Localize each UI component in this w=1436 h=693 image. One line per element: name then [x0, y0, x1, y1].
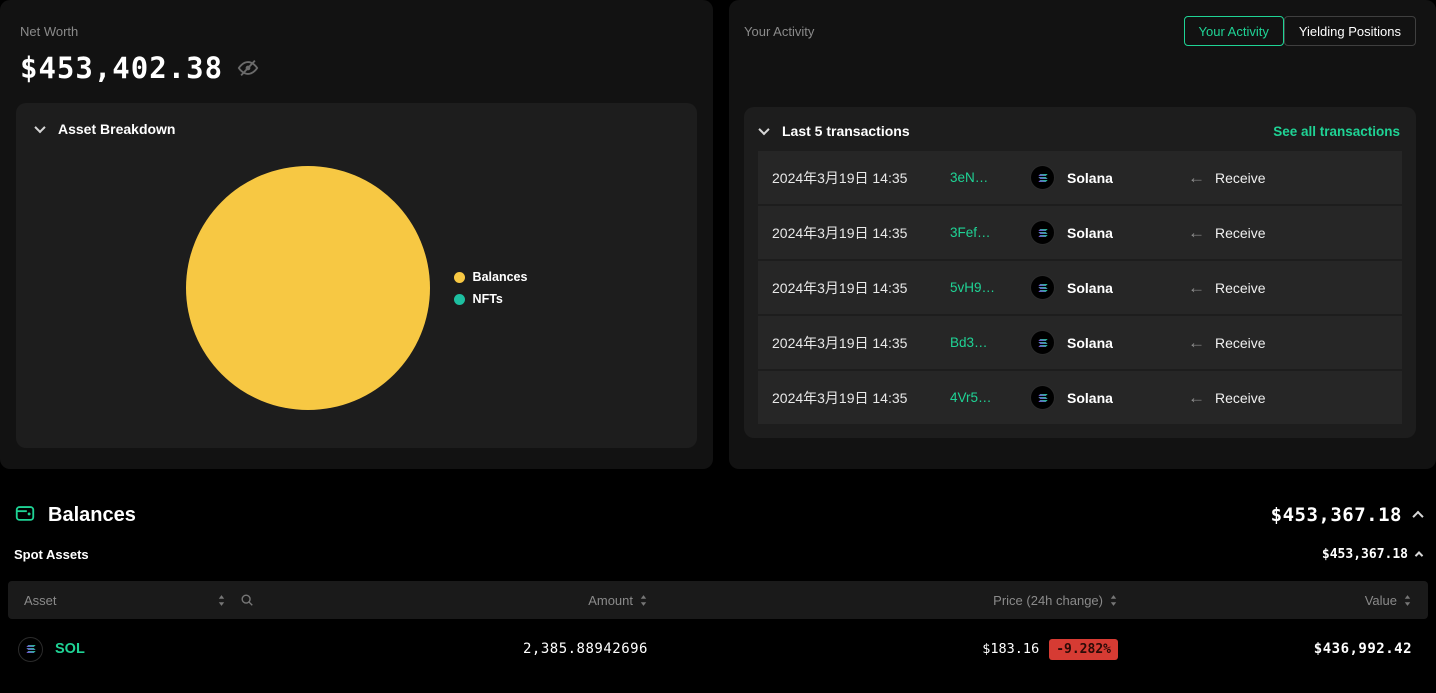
- legend-label: NFTs: [473, 292, 503, 306]
- transaction-row[interactable]: 2024年3月19日 14:35 4Vr5… Solana: [758, 371, 1402, 424]
- net-worth-block: Net Worth $453,402.38: [16, 16, 697, 85]
- asset-breakdown-title: Asset Breakdown: [58, 121, 175, 137]
- top-section: Net Worth $453,402.38 Asset Breakd: [0, 0, 1436, 477]
- balances-section: Balances $453,367.18 Spot Assets $453,36…: [0, 477, 1436, 693]
- receive-arrow-icon: ←: [1188, 334, 1205, 351]
- tx-type-label: Receive: [1215, 170, 1266, 186]
- table-row[interactable]: SOL 2,385.88942696 $183.16 -9.282% $436,…: [8, 621, 1428, 677]
- balances-total: $453,367.18: [1271, 504, 1402, 526]
- price-column-header[interactable]: Price (24h change): [993, 593, 1103, 608]
- asset-value: $436,992.42: [1314, 641, 1428, 657]
- solana-icon: [18, 637, 43, 662]
- tx-hash-link[interactable]: 4Vr5…: [950, 390, 1030, 405]
- value-column-header[interactable]: Value: [1365, 593, 1397, 608]
- transaction-row[interactable]: 2024年3月19日 14:35 3eN… Solana: [758, 151, 1402, 204]
- tab-yielding-positions[interactable]: Yielding Positions: [1284, 16, 1416, 46]
- tx-chain-name: Solana: [1067, 280, 1113, 296]
- activity-panel-label: Your Activity: [744, 24, 814, 39]
- portfolio-dashboard: Net Worth $453,402.38 Asset Breakd: [0, 0, 1436, 693]
- chevron-down-icon[interactable]: [758, 124, 769, 135]
- tab-your-activity[interactable]: Your Activity: [1184, 16, 1284, 46]
- asset-breakdown-chart: Balances NFTs: [16, 149, 697, 427]
- asset-breakdown-card: Asset Breakdown Balances NFTs: [16, 103, 697, 448]
- net-worth-panel: Net Worth $453,402.38 Asset Breakd: [0, 0, 713, 469]
- balances-collapse-toggle[interactable]: $453,367.18: [1271, 504, 1422, 526]
- legend-label: Balances: [473, 270, 528, 284]
- tx-date: 2024年3月19日 14:35: [772, 168, 950, 188]
- tx-type-label: Receive: [1215, 335, 1266, 351]
- solana-icon: [1030, 330, 1055, 355]
- tx-date: 2024年3月19日 14:35: [772, 223, 950, 243]
- tx-hash-link[interactable]: 3eN…: [950, 170, 1030, 185]
- balances-title: Balances: [48, 504, 136, 527]
- solana-icon: [1030, 385, 1055, 410]
- sort-icon[interactable]: [1109, 594, 1118, 607]
- solana-icon: [1030, 220, 1055, 245]
- pie-legend: Balances NFTs: [454, 270, 528, 306]
- tx-date: 2024年3月19日 14:35: [772, 278, 950, 298]
- asset-symbol[interactable]: SOL: [55, 641, 85, 657]
- tx-date: 2024年3月19日 14:35: [772, 333, 950, 353]
- receive-arrow-icon: ←: [1188, 389, 1205, 406]
- chevron-down-icon[interactable]: [34, 122, 45, 133]
- receive-arrow-icon: ←: [1188, 224, 1205, 241]
- tx-chain-name: Solana: [1067, 225, 1113, 241]
- transaction-list: 2024年3月19日 14:35 3eN… Solana: [744, 151, 1416, 424]
- transaction-row[interactable]: 2024年3月19日 14:35 5vH9… Solana: [758, 261, 1402, 314]
- price-change-badge: -9.282%: [1049, 639, 1118, 660]
- activity-tabs: Your Activity Yielding Positions: [1184, 16, 1416, 46]
- tx-chain-name: Solana: [1067, 170, 1113, 186]
- tx-hash-link[interactable]: 3Fef…: [950, 225, 1030, 240]
- tx-type-label: Receive: [1215, 225, 1266, 241]
- solana-icon: [1030, 275, 1055, 300]
- spot-assets-label: Spot Assets: [14, 547, 89, 562]
- asset-price: $183.16: [982, 641, 1039, 657]
- pie-chart: [186, 166, 430, 410]
- net-worth-label: Net Worth: [20, 24, 693, 39]
- asset-column-header[interactable]: Asset: [24, 593, 57, 608]
- legend-item-balances[interactable]: Balances: [454, 270, 528, 284]
- tx-date: 2024年3月19日 14:35: [772, 388, 950, 408]
- amount-column-header[interactable]: Amount: [588, 593, 633, 608]
- transaction-row[interactable]: 2024年3月19日 14:35 3Fef… Solana: [758, 206, 1402, 259]
- asset-amount: 2,385.88942696: [523, 641, 648, 657]
- spot-assets-total: $453,367.18: [1322, 547, 1408, 562]
- chevron-up-icon[interactable]: [1412, 511, 1423, 522]
- legend-item-nfts[interactable]: NFTs: [454, 292, 528, 306]
- sort-icon[interactable]: [1403, 594, 1412, 607]
- search-icon[interactable]: [240, 593, 254, 607]
- receive-arrow-icon: ←: [1188, 279, 1205, 296]
- see-all-transactions-link[interactable]: See all transactions: [1273, 124, 1400, 139]
- wallet-icon: [14, 502, 36, 529]
- last-transactions-title: Last 5 transactions: [782, 123, 910, 139]
- receive-arrow-icon: ←: [1188, 169, 1205, 186]
- activity-panel: Your Activity Your Activity Yielding Pos…: [729, 0, 1436, 469]
- last-transactions-card: Last 5 transactions See all transactions…: [744, 107, 1416, 438]
- spot-assets-collapse-toggle[interactable]: $453,367.18: [1322, 547, 1422, 562]
- tx-type-label: Receive: [1215, 280, 1266, 296]
- tx-hash-link[interactable]: 5vH9…: [950, 280, 1030, 295]
- sort-icon[interactable]: [217, 594, 226, 607]
- tx-type-label: Receive: [1215, 390, 1266, 406]
- hide-balance-eye-icon[interactable]: [237, 57, 259, 79]
- net-worth-value: $453,402.38: [20, 51, 223, 85]
- chevron-up-icon[interactable]: [1415, 551, 1423, 559]
- tx-hash-link[interactable]: Bd3…: [950, 335, 1030, 350]
- nfts-color-dot: [454, 294, 465, 305]
- solana-icon: [1030, 165, 1055, 190]
- tx-chain-name: Solana: [1067, 390, 1113, 406]
- balances-color-dot: [454, 272, 465, 283]
- tx-chain-name: Solana: [1067, 335, 1113, 351]
- sort-icon[interactable]: [639, 594, 648, 607]
- transaction-row[interactable]: 2024年3月19日 14:35 Bd3… Solana: [758, 316, 1402, 369]
- assets-table-header: Asset Amount Price (24h ch: [8, 581, 1428, 619]
